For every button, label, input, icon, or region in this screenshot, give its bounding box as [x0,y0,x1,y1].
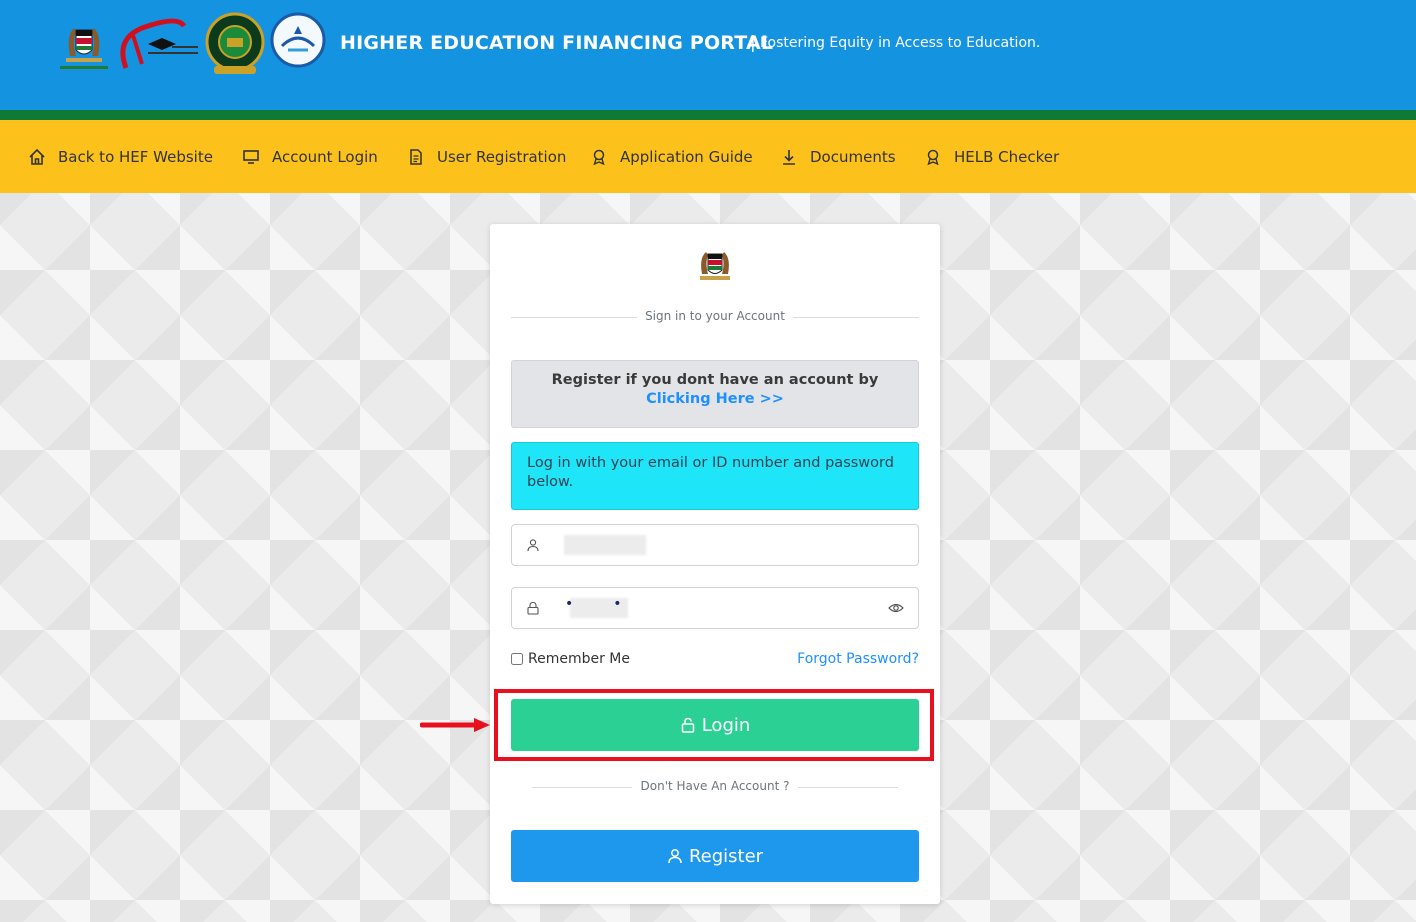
document-icon [407,148,425,166]
password-field[interactable]: • • [511,587,919,629]
user-icon [668,849,682,864]
portal-title: HIGHER EDUCATION FINANCING PORTAL [340,32,774,54]
nav-documents[interactable]: Documents [780,120,896,193]
nav-label: Account Login [272,147,378,166]
nav-label: User Registration [437,147,567,166]
register-label: Register [688,845,764,867]
login-card: Sign in to your Account Register if you … [490,224,940,904]
username-field[interactable] [511,524,919,566]
ministry-of-education-logo [120,18,198,69]
password-input[interactable] [652,596,852,620]
universities-fund-logo [270,12,326,68]
forgot-password-link[interactable]: Forgot Password? [797,651,919,667]
clicking-here-link[interactable]: Clicking Here >> [646,391,784,407]
username-input[interactable] [562,533,882,557]
divider-line [532,787,632,788]
password-mask: • • [565,596,622,612]
nav-application-guide[interactable]: Application Guide [590,120,753,193]
monitor-icon [242,148,260,166]
remember-me-label: Remember Me [528,651,630,667]
nav-back-to-hef-website[interactable]: Back to HEF Website [28,120,213,193]
signin-heading: Sign in to your Account [645,309,785,323]
green-stripe [0,110,1416,120]
nav-label: HELB Checker [954,147,1060,166]
nav-account-login[interactable]: Account Login [242,120,378,193]
nav-label: Documents [810,147,896,166]
arrow-right-icon [420,718,490,732]
remember-me-checkbox[interactable] [511,653,523,665]
main-navbar: Back to HEF Website Account Login User R… [0,120,1416,193]
kenya-coat-of-arms-logo [60,28,108,69]
title-separator: | [750,33,756,53]
home-icon [28,148,46,166]
award-icon [590,148,608,166]
register-alert: Register if you dont have an account by … [511,360,919,428]
portal-tagline: Fostering Equity in Access to Education. [760,35,1041,51]
nav-user-registration[interactable]: User Registration [407,120,566,193]
divider-line [511,317,637,318]
remember-me[interactable]: Remember Me [511,651,630,667]
eye-icon[interactable] [888,601,904,615]
lock-icon [527,601,539,615]
login-highlight-box [494,689,934,761]
kenya-coat-of-arms-emblem [700,252,730,280]
divider-line [798,787,898,788]
user-icon [527,539,539,552]
no-account-text: Don't Have An Account ? [640,779,790,793]
nav-helb-checker[interactable]: HELB Checker [924,120,1059,193]
register-alert-text: Register if you dont have an account by [551,372,879,388]
nav-label: Application Guide [620,147,753,166]
award-icon [924,148,942,166]
register-button[interactable]: Register [511,830,919,882]
divider-line [793,317,919,318]
download-icon [780,148,798,166]
login-info-alert: Log in with your email or ID number and … [511,442,919,510]
portal-header: HIGHER EDUCATION FINANCING PORTAL | Fost… [0,0,1416,110]
helb-logo [205,12,265,74]
nav-label: Back to HEF Website [58,147,213,166]
